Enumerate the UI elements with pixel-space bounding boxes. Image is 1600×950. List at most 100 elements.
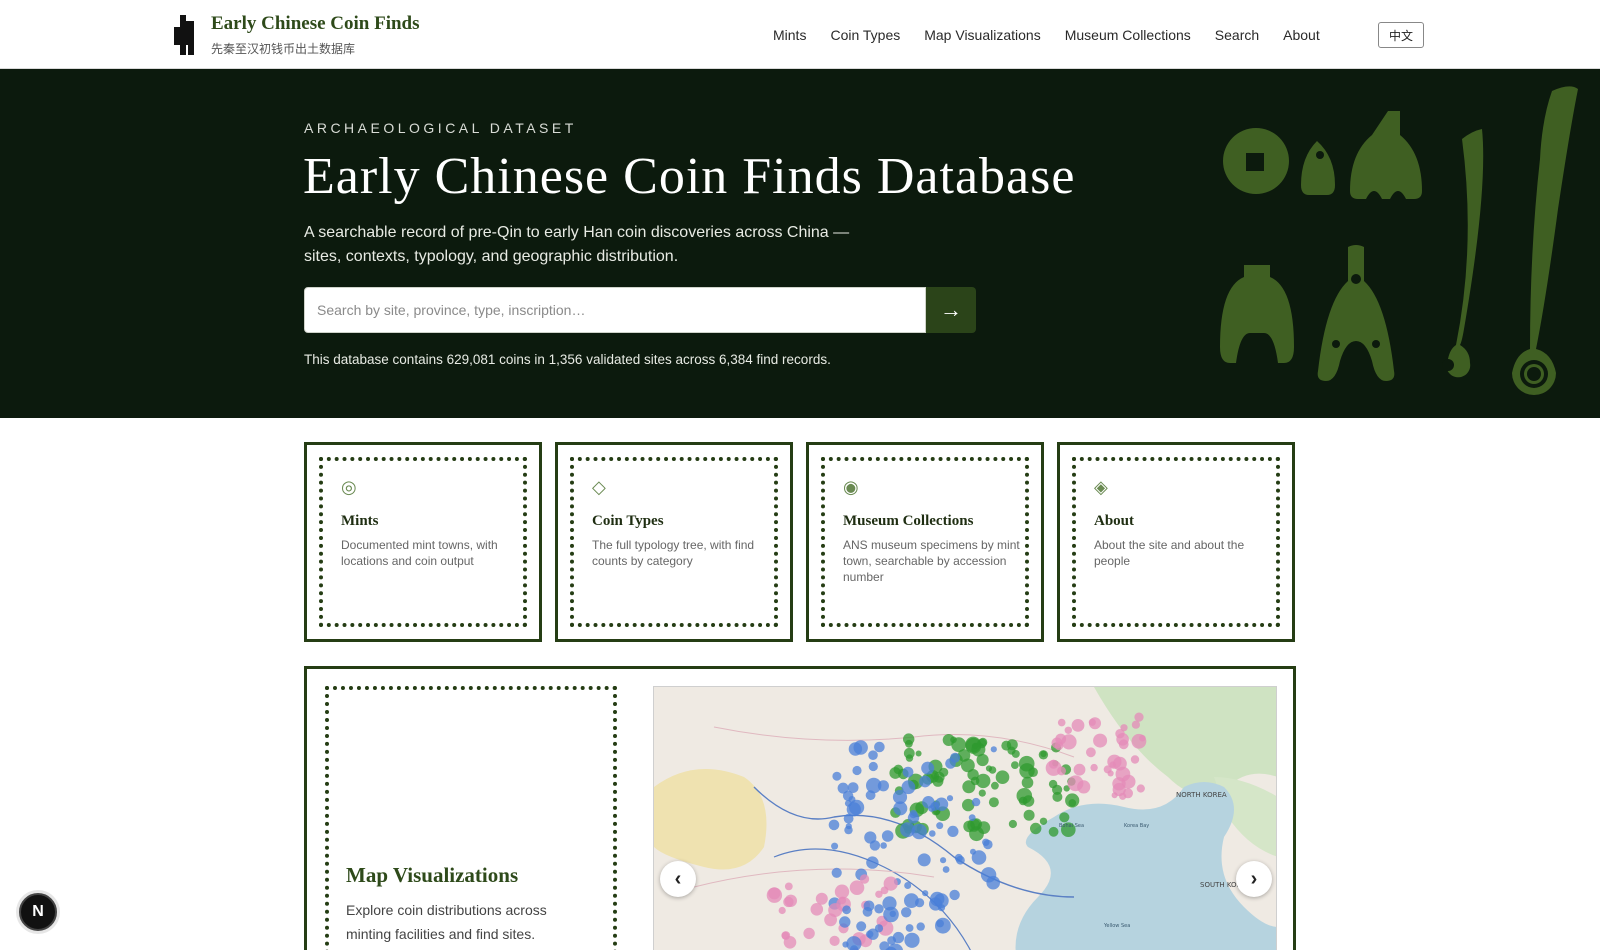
find-site-dot[interactable] <box>936 822 944 830</box>
find-site-dot[interactable] <box>950 736 957 744</box>
find-site-dot[interactable] <box>778 906 786 915</box>
find-site-dot[interactable] <box>922 796 935 809</box>
nav-search[interactable]: Search <box>1215 26 1259 44</box>
find-site-dot[interactable] <box>907 812 920 824</box>
find-site-dot[interactable] <box>919 775 931 788</box>
find-site-dot[interactable] <box>866 777 882 794</box>
find-site-dot[interactable] <box>1086 747 1096 758</box>
find-site-dot[interactable] <box>1088 718 1096 726</box>
find-site-dot[interactable] <box>828 819 840 831</box>
find-site-dot[interactable] <box>803 927 815 940</box>
find-site-dot[interactable] <box>1023 809 1035 821</box>
find-site-dot[interactable] <box>991 781 999 790</box>
find-site-dot[interactable] <box>832 771 842 781</box>
find-site-dot[interactable] <box>929 830 936 837</box>
find-site-dot[interactable] <box>893 801 908 816</box>
find-site-dot[interactable] <box>942 866 950 873</box>
find-site-dot[interactable] <box>863 900 875 912</box>
map-section-title[interactable]: Map Visualizations <box>346 863 518 888</box>
find-site-dot[interactable] <box>940 857 947 864</box>
find-site-dot[interactable] <box>1016 788 1033 804</box>
find-site-dot[interactable] <box>905 924 914 932</box>
search-submit-button[interactable]: → <box>926 287 976 333</box>
find-site-dot[interactable] <box>1090 763 1098 772</box>
find-site-dot[interactable] <box>922 890 929 897</box>
find-site-dot[interactable] <box>874 924 884 933</box>
find-site-dot[interactable] <box>1011 749 1020 758</box>
find-site-dot[interactable] <box>831 867 842 878</box>
find-site-dot[interactable] <box>985 765 993 772</box>
find-site-dot[interactable] <box>1139 734 1146 742</box>
carousel-prev-button[interactable]: ‹ <box>660 861 696 897</box>
find-site-dot[interactable] <box>1093 733 1108 748</box>
find-site-dot[interactable] <box>866 856 879 869</box>
find-site-dot[interactable] <box>967 769 979 781</box>
card-about[interactable]: ◈ About About the site and about the peo… <box>1057 442 1295 642</box>
find-site-dot[interactable] <box>939 767 949 777</box>
find-site-dot[interactable] <box>931 772 938 780</box>
site-title[interactable]: Early Chinese Coin Finds <box>211 13 420 35</box>
find-site-dot[interactable] <box>843 813 854 824</box>
find-site-dot[interactable] <box>880 842 887 849</box>
find-site-dot[interactable] <box>1116 733 1129 746</box>
find-site-dot[interactable] <box>837 782 849 794</box>
find-site-dot[interactable] <box>1045 760 1062 776</box>
find-site-dot[interactable] <box>1059 812 1070 823</box>
find-site-dot[interactable] <box>1052 791 1063 802</box>
carousel-next-button[interactable]: › <box>1236 861 1272 897</box>
find-site-dot[interactable] <box>1019 763 1035 779</box>
find-site-dot[interactable] <box>866 930 874 938</box>
find-site-dot[interactable] <box>849 880 865 895</box>
find-site-dot[interactable] <box>905 739 913 748</box>
nav-coin-types[interactable]: Coin Types <box>830 26 900 44</box>
find-site-dot[interactable] <box>842 905 851 915</box>
find-site-dot[interactable] <box>904 932 920 948</box>
find-site-dot[interactable] <box>965 736 982 753</box>
find-site-dot[interactable] <box>971 797 981 807</box>
find-site-dot[interactable] <box>1039 817 1048 825</box>
find-site-dot[interactable] <box>829 935 840 946</box>
find-site-dot[interactable] <box>976 753 989 767</box>
find-site-dot[interactable] <box>947 825 959 837</box>
find-site-dot[interactable] <box>781 931 791 940</box>
find-site-dot[interactable] <box>1121 774 1136 789</box>
find-site-dot[interactable] <box>900 822 916 838</box>
find-site-dot[interactable] <box>916 922 925 931</box>
find-site-dot[interactable] <box>980 867 997 883</box>
find-site-dot[interactable] <box>904 893 919 908</box>
find-site-dot[interactable] <box>978 789 986 797</box>
find-site-dot[interactable] <box>954 853 963 862</box>
find-site-dot[interactable] <box>848 742 863 756</box>
find-site-dot[interactable] <box>1057 718 1066 727</box>
find-site-dot[interactable] <box>1131 720 1140 729</box>
find-site-dot[interactable] <box>1103 765 1112 774</box>
find-site-dot[interactable] <box>982 838 990 846</box>
find-site-dot[interactable] <box>868 761 878 772</box>
find-site-dot[interactable] <box>881 830 894 842</box>
card-museum-collections[interactable]: ◉ Museum Collections ANS museum specimen… <box>806 442 1044 642</box>
find-site-dot[interactable] <box>880 886 889 895</box>
card-mints[interactable]: ◎ Mints Documented mint towns, with loca… <box>304 442 542 642</box>
find-site-dot[interactable] <box>831 842 839 850</box>
find-site-dot[interactable] <box>847 782 859 793</box>
find-site-dot[interactable] <box>915 750 922 757</box>
find-site-dot[interactable] <box>1130 755 1140 764</box>
find-site-dot[interactable] <box>904 882 912 889</box>
nav-mints[interactable]: Mints <box>773 26 806 44</box>
find-site-dot[interactable] <box>874 741 885 753</box>
spade-coin-logo-icon[interactable] <box>174 15 200 55</box>
find-site-dot[interactable] <box>929 897 943 911</box>
search-input[interactable] <box>304 287 926 333</box>
find-site-dot[interactable] <box>963 820 975 833</box>
language-toggle-button[interactable]: 中文 <box>1378 22 1424 48</box>
find-site-dot[interactable] <box>1038 750 1049 760</box>
find-site-dot[interactable] <box>1073 763 1086 776</box>
find-site-dot[interactable] <box>995 770 1010 784</box>
find-site-dot[interactable] <box>856 921 867 932</box>
find-site-dot[interactable] <box>902 766 914 778</box>
find-site-dot[interactable] <box>868 750 878 760</box>
find-site-dot[interactable] <box>842 941 849 948</box>
find-site-dot[interactable] <box>1021 776 1034 789</box>
find-site-dot[interactable] <box>1001 740 1012 751</box>
card-coin-types[interactable]: ◇ Coin Types The full typology tree, wit… <box>555 442 793 642</box>
